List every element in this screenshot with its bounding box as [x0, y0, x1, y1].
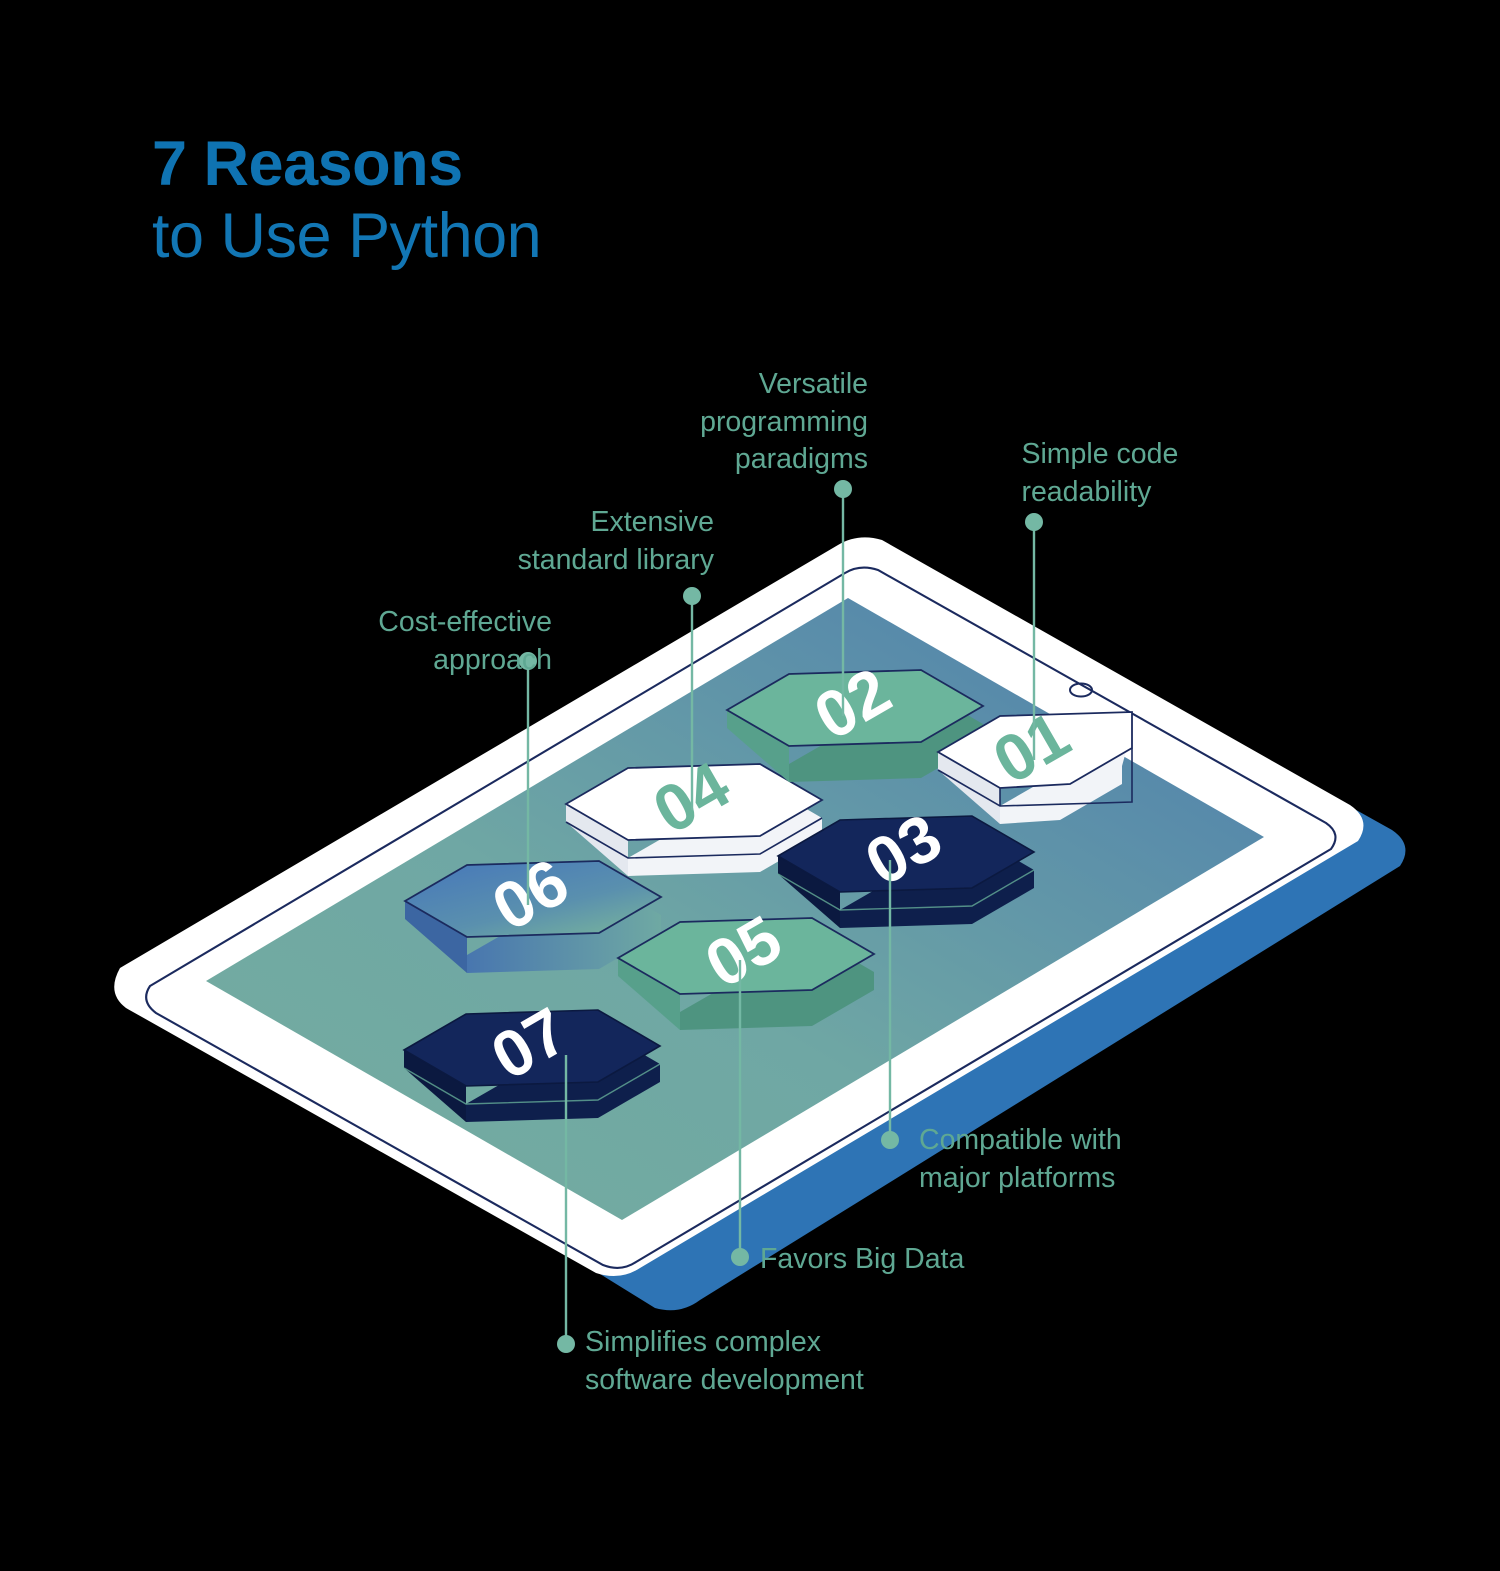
callout-label-06: Cost-effective approach	[378, 606, 552, 676]
connector-dot-03	[881, 1131, 899, 1149]
callout-label-03: Compatible with major platforms	[919, 1124, 1122, 1194]
infographic-canvas: 7 Reasons to Use Python 07 06 05 04 03 0…	[0, 0, 1500, 1571]
callout-label-04: Extensive standard library	[517, 506, 714, 576]
connector-dot-07	[557, 1335, 575, 1353]
connector-dot-01	[1025, 513, 1043, 531]
connector-dot-04	[683, 587, 701, 605]
connector-dot-05	[731, 1248, 749, 1266]
callout-label-07: Simplifies complex software development	[585, 1326, 864, 1396]
callout-label-02: Versatile programming paradigms	[700, 368, 868, 476]
callout-label-05: Favors Big Data	[760, 1243, 965, 1275]
callout-label-01: Simple code readability	[1021, 438, 1179, 508]
connector-dot-02	[834, 480, 852, 498]
